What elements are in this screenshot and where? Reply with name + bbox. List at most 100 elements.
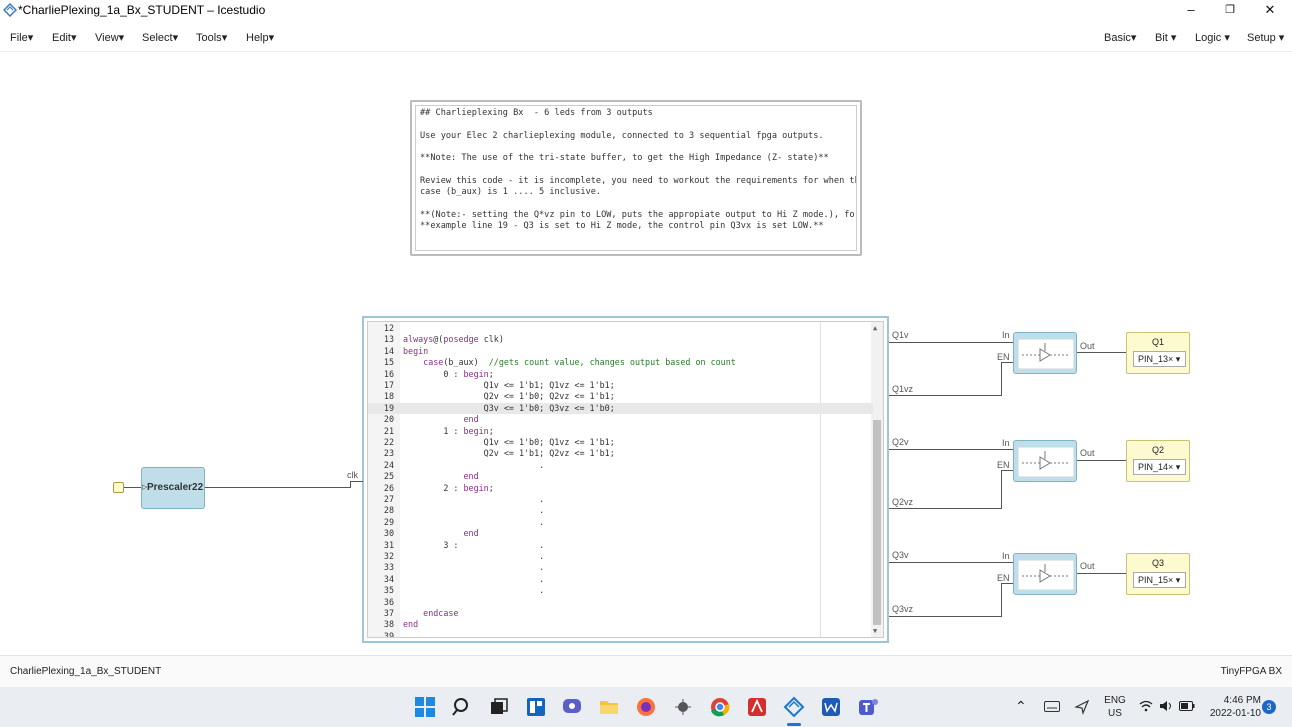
acrobat-icon[interactable] [746,696,768,718]
menu-setup[interactable]: Setup ▾ [1247,31,1284,44]
code-text[interactable]: Q3v <= 1'b0; Q3vz <= 1'b0; [403,403,615,414]
code-line[interactable]: 16 0 : begin; [368,369,873,380]
firefox-icon[interactable] [635,696,657,718]
close-button[interactable]: ✕ [1251,0,1289,20]
code-text[interactable]: Q2v <= 1'b0; Q2vz <= 1'b1; [403,391,615,402]
code-text[interactable]: . [403,460,544,471]
code-line[interactable]: 12 [368,323,873,334]
code-text[interactable]: 3 : . [403,540,544,551]
search-icon[interactable] [451,696,473,718]
code-line[interactable]: 35 . [368,585,873,596]
menu-bit[interactable]: Bit ▾ [1155,31,1176,44]
code-text[interactable]: . [403,585,544,596]
file-explorer-icon[interactable] [598,696,620,718]
code-line[interactable]: 34 . [368,574,873,585]
code-editor[interactable]: ▲ ▼ 12 13 always@(posedge clk) 14 begin 15 ca… [367,321,884,638]
notification-badge[interactable]: 3 [1262,700,1276,714]
code-line[interactable]: 17 Q1v <= 1'b1; Q1vz <= 1'b1; [368,380,873,391]
menu-edit[interactable]: Edit▾ [52,31,77,44]
pin-select-q2[interactable]: PIN_14× ▾ [1133,459,1186,475]
code-line[interactable]: 38 end [368,619,873,630]
board-name[interactable]: TinyFPGA BX [1221,666,1282,677]
code-line[interactable]: 18 Q2v <= 1'b0; Q2vz <= 1'b1; [368,391,873,402]
code-line[interactable]: 28 . [368,505,873,516]
output-pin-q1[interactable]: Q1 PIN_13× ▾ [1126,332,1190,374]
info-comment-text[interactable]: ## Charlieplexing Bx - 6 leds from 3 out… [415,105,857,251]
code-text[interactable]: Q1v <= 1'b1; Q1vz <= 1'b1; [403,380,615,391]
code-line[interactable]: 15 case(b_aux) //gets count value, chang… [368,357,873,368]
tristate-buffer-3[interactable] [1013,553,1077,595]
app-bug-icon[interactable] [672,696,694,718]
code-text[interactable]: . [403,574,544,585]
menu-file[interactable]: File▾ [10,31,33,44]
chrome-icon[interactable] [709,696,731,718]
code-text[interactable]: end [403,528,479,539]
menu-select[interactable]: Select▾ [142,31,178,44]
menu-basic[interactable]: Basic▾ [1104,31,1136,44]
maximize-button[interactable]: ❐ [1211,0,1249,20]
scroll-down-icon[interactable]: ▼ [873,627,877,635]
code-text[interactable]: Q1v <= 1'b0; Q1vz <= 1'b1; [403,437,615,448]
tristate-buffer-1[interactable] [1013,332,1077,374]
code-line[interactable]: 36 [368,597,873,608]
menu-help[interactable]: Help▾ [246,31,274,44]
wifi-icon[interactable] [1139,700,1153,712]
code-line[interactable]: 23 Q2v <= 1'b1; Q2vz <= 1'b1; [368,448,873,459]
code-text[interactable]: endcase [403,608,458,619]
code-text[interactable]: . [403,551,544,562]
code-line[interactable]: 29 . [368,517,873,528]
tristate-buffer-2[interactable] [1013,440,1077,482]
code-line[interactable]: 37 endcase [368,608,873,619]
volume-icon[interactable] [1159,700,1173,712]
word-icon[interactable] [820,696,842,718]
icestudio-taskbar-icon[interactable] [783,696,805,718]
chat-icon[interactable] [561,696,583,718]
code-line[interactable]: 26 2 : begin; [368,483,873,494]
code-line[interactable]: 21 1 : begin; [368,426,873,437]
teams-icon[interactable] [857,696,879,718]
code-text[interactable]: . [403,517,544,528]
menu-tools[interactable]: Tools▾ [196,31,227,44]
verilog-code-block[interactable]: ▲ ▼ 12 13 always@(posedge clk) 14 begin 15 ca… [362,316,889,643]
clock[interactable]: 4:46 PM 2022-01-10 [1203,694,1261,720]
minimize-button[interactable]: – [1172,0,1210,20]
scrollbar-thumb[interactable] [873,420,881,625]
code-text[interactable]: end [403,471,479,482]
code-line[interactable]: 30 end [368,528,873,539]
code-line[interactable]: 22 Q1v <= 1'b0; Q1vz <= 1'b1; [368,437,873,448]
prescaler-block[interactable]: ▷ Prescaler22 [141,467,205,509]
menu-view[interactable]: View▾ [95,31,124,44]
code-line[interactable]: 31 3 : . [368,540,873,551]
code-line[interactable]: 25 end [368,471,873,482]
show-hidden-icons-icon[interactable]: ⌃ [1015,698,1027,715]
code-line[interactable]: 19 Q3v <= 1'b0; Q3vz <= 1'b0; [368,402,873,415]
battery-icon[interactable] [1179,701,1195,711]
code-line[interactable]: 33 . [368,562,873,573]
location-icon[interactable] [1074,699,1090,715]
output-pin-q3[interactable]: Q3 PIN_15× ▾ [1126,553,1190,595]
code-text[interactable]: Q2v <= 1'b1; Q2vz <= 1'b1; [403,448,615,459]
code-text[interactable]: always@(posedge clk) [403,334,504,345]
task-view-icon[interactable] [488,696,510,718]
code-text[interactable]: 1 : begin; [403,426,493,437]
keyboard-icon[interactable] [1044,701,1060,712]
info-comment-block[interactable]: ## Charlieplexing Bx - 6 leds from 3 out… [410,100,862,256]
code-line[interactable]: 27 . [368,494,873,505]
menu-logic[interactable]: Logic ▾ [1195,31,1230,44]
windows-start-icon[interactable] [414,696,436,718]
code-text[interactable]: end [403,619,418,630]
output-pin-q2[interactable]: Q2 PIN_14× ▾ [1126,440,1190,482]
code-line[interactable]: 13 always@(posedge clk) [368,334,873,345]
code-line[interactable]: 32 . [368,551,873,562]
scroll-up-icon[interactable]: ▲ [873,324,877,332]
code-text[interactable]: end [403,414,479,425]
code-text[interactable]: 2 : begin; [403,483,493,494]
code-line[interactable]: 39 [368,631,873,637]
code-line[interactable]: 14 begin [368,346,873,357]
code-text[interactable]: 0 : begin; [403,369,493,380]
pin-select-q3[interactable]: PIN_15× ▾ [1133,572,1186,588]
widgets-icon[interactable] [525,696,547,718]
code-text[interactable]: . [403,505,544,516]
code-text[interactable]: begin [403,346,428,357]
code-text[interactable]: . [403,494,544,505]
